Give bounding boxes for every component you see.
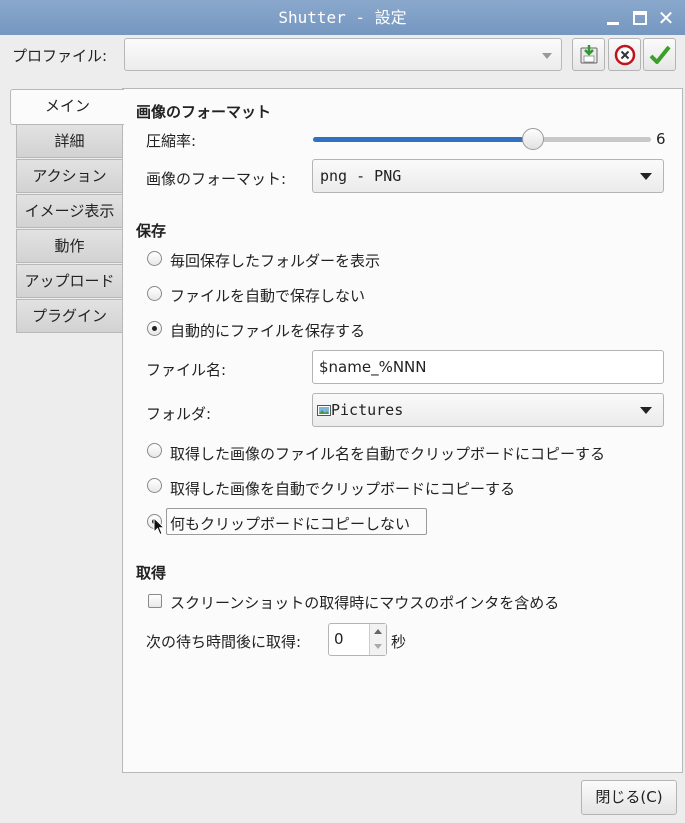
include-pointer-label[interactable]: スクリーンショットの取得時にマウスのポインタを含める	[170, 592, 559, 613]
save-section-heading: 保存	[136, 222, 167, 240]
folder-chooser-combo[interactable]: Pictures	[312, 393, 664, 427]
tab-plugins[interactable]: プラグイン	[16, 299, 122, 333]
folder-picture-icon	[317, 405, 331, 416]
preferences-window: Shutter - 設定 ✕ プロファイル: メイン 詳細 アクション イメージ…	[0, 0, 685, 823]
image-format-combo[interactable]: png - PNG	[312, 159, 664, 193]
radio-clip-image[interactable]	[147, 478, 162, 493]
save-profile-icon	[580, 45, 598, 64]
delay-label: 次の待ち時間後に取得:	[146, 633, 302, 651]
window-title: Shutter - 設定	[278, 8, 407, 27]
close-button[interactable]: 閉じる(C)	[581, 780, 677, 815]
profile-combo[interactable]	[124, 38, 562, 71]
tab-actions[interactable]: アクション	[16, 159, 122, 193]
radio-clip-filename-label[interactable]: 取得した画像のファイル名を自動でクリップボードにコピーする	[170, 443, 605, 464]
format-label: 画像のフォーマット:	[146, 170, 287, 188]
apply-profile-button[interactable]	[643, 38, 676, 71]
chevron-down-icon	[542, 53, 552, 59]
minimize-icon[interactable]	[603, 8, 623, 28]
increment-icon[interactable]	[374, 629, 382, 634]
compression-slider-fill	[313, 137, 533, 142]
chevron-down-icon	[640, 173, 652, 180]
image-format-value: png - PNG	[320, 167, 402, 185]
save-profile-button[interactable]	[572, 38, 605, 71]
radio-autosave-label[interactable]: 自動的にファイルを保存する	[170, 320, 365, 341]
compression-slider-handle[interactable]	[521, 128, 544, 150]
radio-no-autosave[interactable]	[147, 286, 162, 301]
format-section-heading: 画像のフォーマット	[136, 103, 272, 121]
delay-value: 0	[334, 630, 344, 648]
radio-no-autosave-label[interactable]: ファイルを自動で保存しない	[170, 285, 365, 306]
filename-value: $name_%NNN	[319, 358, 427, 376]
radio-show-folder[interactable]	[147, 251, 162, 266]
include-pointer-checkbox[interactable]	[148, 594, 162, 608]
compression-value: 6	[656, 130, 666, 148]
filename-input[interactable]: $name_%NNN	[312, 350, 664, 384]
title-bar: Shutter - 設定	[0, 0, 685, 35]
folder-value: Pictures	[331, 401, 404, 419]
folder-label: フォルダ:	[146, 405, 212, 423]
chevron-down-icon	[640, 407, 652, 414]
delay-unit: 秒	[391, 633, 407, 651]
capture-section-heading: 取得	[136, 564, 167, 582]
checkmark-icon	[649, 45, 671, 64]
decrement-icon[interactable]	[374, 644, 382, 649]
delete-profile-button[interactable]	[608, 38, 641, 71]
tab-image-view[interactable]: イメージ表示	[16, 194, 122, 228]
radio-autosave[interactable]	[147, 321, 162, 336]
delete-icon	[614, 44, 636, 66]
delay-spinbutton[interactable]: 0	[328, 623, 387, 656]
mouse-pointer-icon	[153, 517, 165, 536]
close-window-icon[interactable]: ✕	[656, 8, 676, 28]
compression-label: 圧縮率:	[146, 132, 197, 150]
radio-clip-filename[interactable]	[147, 443, 162, 458]
tab-upload[interactable]: アップロード	[16, 264, 122, 298]
radio-clip-none-label[interactable]: 何もクリップボードにコピーしない	[170, 513, 410, 534]
radio-clip-image-label[interactable]: 取得した画像を自動でクリップボードにコピーする	[170, 478, 515, 499]
tab-behavior[interactable]: 動作	[16, 229, 122, 263]
tab-main[interactable]: メイン	[10, 89, 124, 125]
maximize-icon[interactable]	[630, 8, 650, 28]
radio-show-folder-label[interactable]: 毎回保存したフォルダーを表示	[170, 250, 380, 271]
profile-label: プロファイル:	[12, 47, 108, 65]
filename-label: ファイル名:	[146, 361, 227, 379]
tab-details[interactable]: 詳細	[16, 124, 122, 158]
spin-buttons[interactable]	[369, 624, 386, 655]
